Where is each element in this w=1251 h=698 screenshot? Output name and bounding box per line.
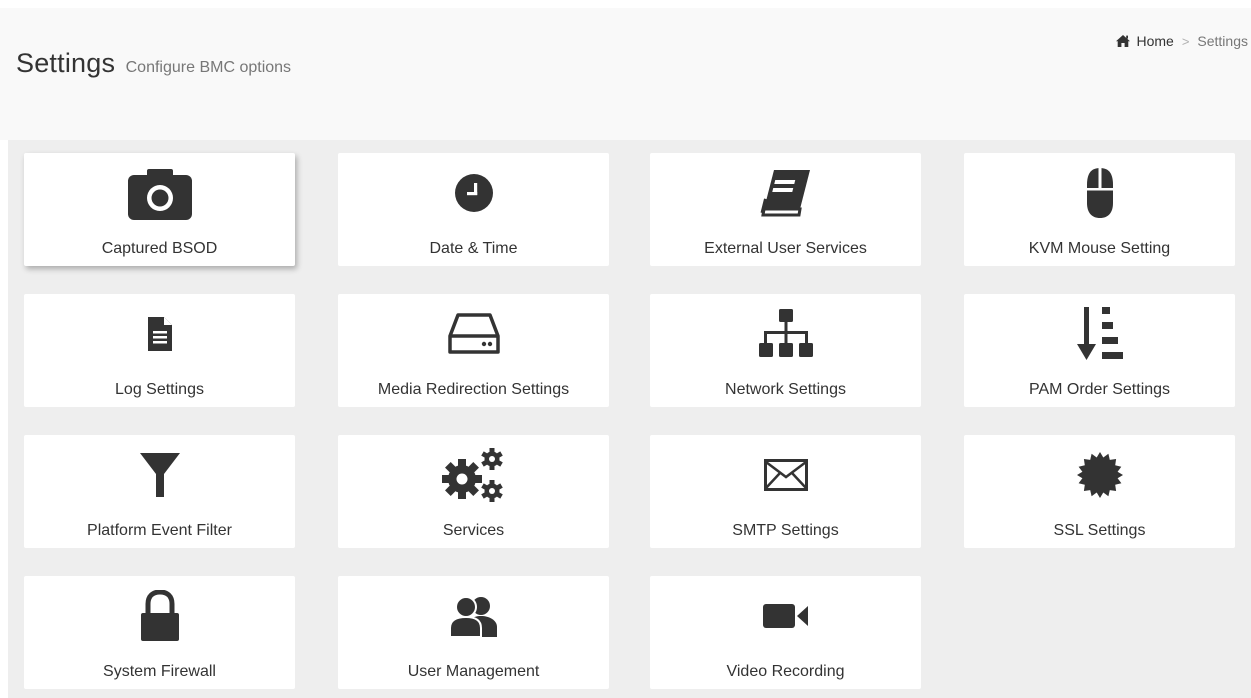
tile-label: Network Settings — [725, 381, 846, 398]
page-subtitle: Configure BMC options — [125, 59, 292, 76]
tile-label: Media Redirection Settings — [377, 381, 570, 398]
video-camera-icon — [762, 604, 808, 628]
tile-media-redirection-settings[interactable]: Media Redirection Settings — [338, 294, 609, 407]
tile-label: Video Recording — [726, 663, 845, 680]
tile-services[interactable]: Services — [338, 435, 609, 548]
breadcrumb-current: Settings — [1197, 33, 1248, 49]
tile-kvm-mouse-setting[interactable]: KVM Mouse Setting — [964, 153, 1235, 266]
tile-ssl-settings[interactable]: SSL Settings — [964, 435, 1235, 548]
tile-label: External User Services — [704, 240, 867, 257]
tile-captured-bsod[interactable]: Captured BSOD — [24, 153, 295, 266]
tile-smtp-settings[interactable]: SMTP Settings — [650, 435, 921, 548]
tile-label: Services — [442, 522, 505, 539]
settings-page: Settings Configure BMC options Home > Se… — [0, 0, 1251, 698]
title-block: Settings Configure BMC options — [16, 48, 291, 79]
certificate-icon — [1076, 452, 1123, 498]
document-icon — [147, 317, 172, 351]
gears-icon — [441, 448, 503, 502]
page-header: Settings Configure BMC options Home > Se… — [0, 8, 1251, 140]
tile-label: KVM Mouse Setting — [1028, 240, 1171, 257]
home-icon — [1116, 35, 1131, 47]
tile-label: SMTP Settings — [732, 522, 839, 539]
page-title: Settings — [16, 48, 116, 78]
sort-order-icon — [1076, 307, 1123, 360]
clock-icon — [454, 174, 493, 212]
tile-date-time[interactable]: Date & Time — [338, 153, 609, 266]
breadcrumb-home-label: Home — [1136, 33, 1174, 49]
mouse-icon — [1086, 168, 1113, 218]
tile-label: PAM Order Settings — [1028, 381, 1171, 398]
breadcrumb-home-link[interactable]: Home — [1116, 33, 1174, 49]
tile-platform-event-filter[interactable]: Platform Event Filter — [24, 435, 295, 548]
tile-external-user-services[interactable]: External User Services — [650, 153, 921, 266]
breadcrumb: Home > Settings — [1116, 33, 1248, 49]
hard-drive-icon — [447, 313, 500, 354]
users-icon — [448, 596, 497, 637]
camera-icon — [127, 169, 192, 220]
tile-user-management[interactable]: User Management — [338, 576, 609, 689]
tile-network-settings[interactable]: Network Settings — [650, 294, 921, 407]
lock-icon — [140, 590, 179, 641]
tile-label: Platform Event Filter — [87, 522, 232, 539]
tile-label: Date & Time — [429, 240, 518, 257]
tile-pam-order-settings[interactable]: PAM Order Settings — [964, 294, 1235, 407]
settings-tiles-panel: Captured BSOD Date & Time External User … — [8, 140, 1251, 698]
tile-video-recording[interactable]: Video Recording — [650, 576, 921, 689]
tile-label: Log Settings — [115, 381, 204, 398]
tile-log-settings[interactable]: Log Settings — [24, 294, 295, 407]
envelope-icon — [763, 459, 808, 491]
sitemap-icon — [758, 309, 813, 357]
tile-label: SSL Settings — [1053, 522, 1146, 539]
book-icon — [760, 170, 810, 217]
tile-label: System Firewall — [103, 663, 216, 680]
filter-icon — [139, 453, 180, 497]
tile-label: Captured BSOD — [101, 240, 218, 257]
tile-label: User Management — [407, 663, 540, 680]
tile-system-firewall[interactable]: System Firewall — [24, 576, 295, 689]
breadcrumb-separator: > — [1181, 33, 1190, 49]
